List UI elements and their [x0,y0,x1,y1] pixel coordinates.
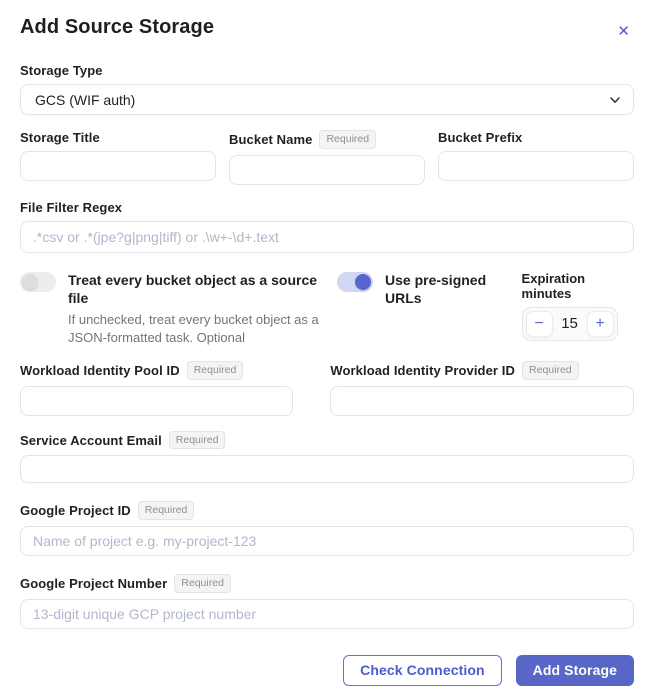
service-account-email-input[interactable] [20,455,634,483]
close-icon: ✕ [617,23,630,40]
presigned-toggle-label: Use pre-signed URLs [385,271,504,309]
use-presigned-urls-toggle[interactable] [337,272,373,292]
bucket-name-label: Bucket Name [229,132,312,147]
workload-provider-input[interactable] [330,386,634,416]
google-project-number-group: Google Project Number Required [20,574,634,629]
toggle-knob [22,274,38,290]
chevron-down-icon [609,94,621,106]
treat-every-object-toggle[interactable] [20,272,56,292]
bucket-name-group: Bucket Name Required [229,130,425,185]
storage-type-label: Storage Type [20,63,103,78]
presigned-toggle-block: Use pre-signed URLs [337,271,504,348]
required-badge: Required [522,361,579,380]
required-badge: Required [174,574,231,593]
google-project-id-label: Google Project ID [20,503,131,518]
required-badge: Required [169,431,226,450]
expiration-minutes-input[interactable] [555,314,585,333]
storage-title-label: Storage Title [20,130,100,145]
treat-toggle-block: Treat every bucket object as a source fi… [20,271,337,348]
increment-button[interactable]: + [587,311,614,337]
google-project-id-group: Google Project ID Required [20,501,634,556]
storage-type-value: GCS (WIF auth) [35,92,135,108]
toggles-row: Treat every bucket object as a source fi… [20,271,634,348]
decrement-button[interactable]: − [526,311,553,337]
storage-type-group: Storage Type GCS (WIF auth) [20,63,634,115]
storage-title-input[interactable] [20,151,216,181]
workload-pool-input[interactable] [20,386,293,416]
expiration-stepper: − + [522,307,618,341]
workload-provider-group: Workload Identity Provider ID Required [330,361,634,416]
file-filter-regex-input[interactable] [20,221,634,253]
required-badge: Required [319,130,376,149]
workload-identity-row: Workload Identity Pool ID Required Workl… [20,361,634,416]
bucket-prefix-input[interactable] [438,151,634,181]
bucket-name-input[interactable] [229,155,425,185]
storage-title-group: Storage Title [20,130,216,185]
workload-pool-group: Workload Identity Pool ID Required [20,361,293,416]
required-badge: Required [187,361,244,380]
toggle-knob [355,274,371,290]
treat-toggle-label: Treat every bucket object as a source fi… [68,271,337,309]
check-connection-button[interactable]: Check Connection [343,655,502,686]
workload-pool-label: Workload Identity Pool ID [20,363,180,378]
bucket-prefix-label: Bucket Prefix [438,130,522,145]
dialog-header: Add Source Storage ✕ [20,12,634,45]
page-title: Add Source Storage [20,16,214,39]
dialog-footer: Check Connection Add Storage [20,655,634,686]
expiration-minutes-label: Expiration minutes [522,271,634,301]
bucket-prefix-group: Bucket Prefix [438,130,634,185]
workload-provider-label: Workload Identity Provider ID [330,363,515,378]
expiration-minutes-group: Expiration minutes − + [522,271,634,348]
service-account-email-group: Service Account Email Required [20,431,634,484]
storage-type-select[interactable]: GCS (WIF auth) [20,84,634,115]
add-storage-button[interactable]: Add Storage [516,655,634,686]
file-filter-regex-label: File Filter Regex [20,200,122,215]
file-filter-regex-group: File Filter Regex [20,200,634,253]
bucket-fields-row: Storage Title Bucket Name Required Bucke… [20,130,634,185]
google-project-number-input[interactable] [20,599,634,629]
treat-toggle-help: If unchecked, treat every bucket object … [68,311,326,347]
service-account-email-label: Service Account Email [20,433,162,448]
google-project-id-input[interactable] [20,526,634,556]
google-project-number-label: Google Project Number [20,576,167,591]
add-source-storage-dialog: Add Source Storage ✕ Storage Type GCS (W… [0,0,654,610]
required-badge: Required [138,501,195,520]
close-button[interactable]: ✕ [613,18,634,45]
